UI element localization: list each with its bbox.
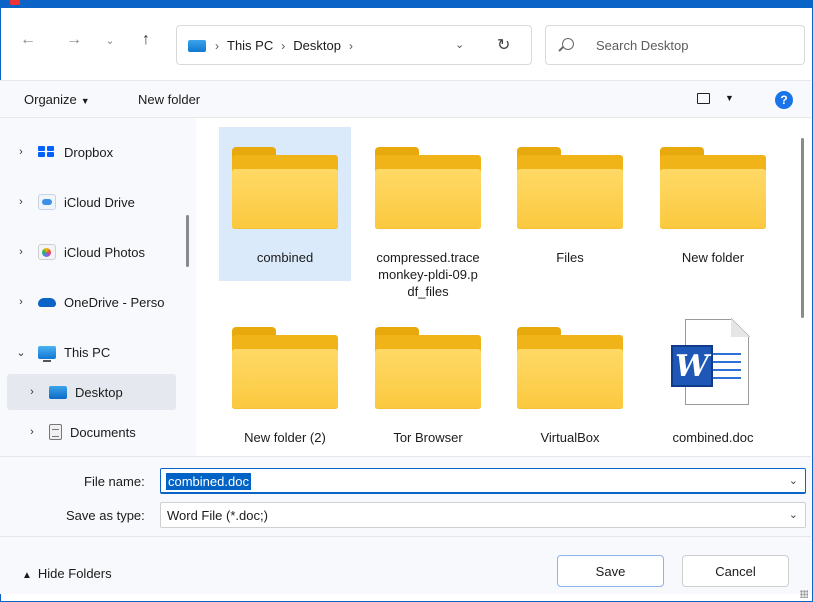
nav-item-dropbox[interactable]: › Dropbox bbox=[0, 134, 176, 170]
resize-grip-icon[interactable] bbox=[800, 590, 808, 598]
breadcrumb-separator[interactable]: › bbox=[349, 39, 353, 53]
app-icon bbox=[10, 0, 20, 5]
title-bar bbox=[0, 0, 813, 8]
organize-label: Organize bbox=[24, 92, 77, 107]
search-icon bbox=[562, 38, 574, 50]
onedrive-icon bbox=[38, 294, 56, 310]
folder-icon bbox=[517, 147, 623, 229]
file-name: New folder bbox=[681, 250, 745, 265]
navigation-pane: › Dropbox › iCloud Drive › iCloud Photos… bbox=[0, 118, 196, 456]
documents-icon bbox=[49, 424, 62, 440]
file-item-tor-browser[interactable]: Tor Browser bbox=[362, 307, 494, 456]
nav-item-label: This PC bbox=[64, 344, 111, 360]
search-input[interactable]: Search Desktop bbox=[545, 25, 805, 65]
chevron-right-icon[interactable]: › bbox=[14, 296, 28, 308]
file-name: combined.doc bbox=[672, 430, 754, 445]
chevron-down-icon[interactable]: ⌄ bbox=[14, 346, 28, 359]
folder-icon bbox=[375, 147, 481, 229]
up-button[interactable]: ↑ bbox=[134, 28, 158, 52]
file-item-combined[interactable]: combined bbox=[219, 127, 351, 281]
breadcrumb-separator[interactable]: › bbox=[215, 39, 219, 53]
organize-button[interactable]: Organize ▼ bbox=[24, 92, 90, 107]
folder-icon bbox=[660, 147, 766, 229]
nav-item-label: OneDrive - Perso bbox=[64, 294, 165, 310]
file-item-new-folder[interactable]: New folder bbox=[647, 127, 779, 281]
file-name: Files bbox=[556, 250, 584, 265]
nav-scrollbar[interactable] bbox=[186, 215, 189, 267]
folder-icon bbox=[517, 327, 623, 409]
address-dropdown-icon[interactable]: ⌄ bbox=[455, 38, 464, 51]
breadcrumb-separator[interactable]: › bbox=[281, 39, 285, 53]
file-name: combined bbox=[256, 250, 314, 265]
back-button[interactable]: ← bbox=[16, 28, 40, 52]
save-as-type-value: Word File (*.doc;) bbox=[167, 508, 268, 523]
icloud-drive-icon bbox=[38, 194, 56, 210]
breadcrumb-desktop[interactable]: Desktop bbox=[293, 38, 341, 53]
help-icon[interactable]: ? bbox=[775, 91, 793, 109]
file-list-scrollbar[interactable] bbox=[801, 138, 804, 318]
hide-folders-button[interactable]: ▲ Hide Folders bbox=[22, 566, 112, 581]
address-bar[interactable]: › This PC › Desktop › ⌄ ↻ bbox=[176, 25, 532, 65]
nav-item-label: Desktop bbox=[75, 384, 123, 400]
file-name-value[interactable]: combined.doc bbox=[166, 473, 251, 490]
view-icon[interactable] bbox=[697, 93, 710, 104]
save-as-type-label: Save as type: bbox=[66, 508, 145, 523]
file-name-field[interactable]: combined.doc ⌄ bbox=[160, 468, 806, 494]
folder-icon bbox=[232, 147, 338, 229]
icloud-photos-icon bbox=[38, 244, 56, 260]
nav-item-icloud-photos[interactable]: › iCloud Photos bbox=[0, 234, 176, 270]
nav-item-label: Dropbox bbox=[64, 144, 114, 160]
file-list: combined compressed.tracemonkey-pldi-09.… bbox=[196, 118, 801, 456]
forward-button[interactable]: → bbox=[62, 28, 86, 52]
cancel-button[interactable]: Cancel bbox=[682, 555, 789, 587]
folder-icon bbox=[375, 327, 481, 409]
file-name: compressed.tracemonkey-pldi-09.pdf_files bbox=[376, 250, 480, 299]
chevron-right-icon[interactable]: › bbox=[25, 426, 39, 438]
nav-item-label: iCloud Drive bbox=[64, 194, 135, 210]
file-name: Tor Browser bbox=[393, 430, 463, 445]
nav-item-icloud-drive[interactable]: › iCloud Drive bbox=[0, 184, 176, 220]
nav-item-label: Documents bbox=[70, 424, 136, 440]
save-button[interactable]: Save bbox=[557, 555, 664, 587]
file-name-label: File name: bbox=[84, 474, 145, 489]
hide-folders-label: Hide Folders bbox=[37, 566, 112, 581]
refresh-icon[interactable]: ↻ bbox=[497, 35, 510, 55]
breadcrumb-this-pc[interactable]: This PC bbox=[227, 38, 273, 53]
this-pc-icon bbox=[38, 345, 56, 362]
file-name: VirtualBox bbox=[540, 430, 600, 445]
file-item-compressed-pdf-files[interactable]: compressed.tracemonkey-pldi-09.pdf_files bbox=[362, 127, 494, 299]
file-item-combined-doc[interactable]: W combined.doc bbox=[647, 307, 779, 456]
chevron-down-icon[interactable]: ⌄ bbox=[789, 474, 798, 487]
nav-item-onedrive[interactable]: › OneDrive - Perso bbox=[0, 284, 176, 320]
file-name: New folder (2) bbox=[244, 430, 326, 445]
chevron-right-icon[interactable]: › bbox=[14, 196, 28, 208]
chevron-right-icon[interactable]: › bbox=[14, 146, 28, 158]
nav-item-documents[interactable]: › Documents bbox=[7, 414, 183, 450]
command-bar: Organize ▼ New folder ▼ ? bbox=[0, 80, 811, 118]
chevron-up-icon: ▲ bbox=[22, 570, 32, 581]
file-item-new-folder-2[interactable]: New folder (2) bbox=[219, 307, 351, 456]
search-placeholder: Search Desktop bbox=[596, 38, 689, 53]
dropbox-icon bbox=[38, 144, 56, 160]
file-item-virtualbox[interactable]: VirtualBox bbox=[504, 307, 636, 456]
this-pc-icon bbox=[188, 40, 206, 52]
chevron-right-icon[interactable]: › bbox=[25, 386, 39, 398]
nav-item-label: iCloud Photos bbox=[64, 244, 145, 260]
desktop-icon bbox=[49, 385, 67, 399]
recent-locations-button[interactable]: ⌄ bbox=[98, 28, 122, 52]
caret-down-icon: ▼ bbox=[80, 96, 90, 106]
nav-item-desktop[interactable]: › Desktop bbox=[7, 374, 176, 410]
chevron-down-icon[interactable]: ⌄ bbox=[789, 508, 798, 521]
nav-item-this-pc[interactable]: ⌄ This PC bbox=[0, 334, 176, 370]
file-item-files[interactable]: Files bbox=[504, 127, 636, 281]
new-folder-button[interactable]: New folder bbox=[138, 92, 200, 107]
save-as-type-select[interactable]: Word File (*.doc;) ⌄ bbox=[160, 502, 806, 528]
folder-icon bbox=[232, 327, 338, 409]
chevron-right-icon[interactable]: › bbox=[14, 246, 28, 258]
word-document-icon: W bbox=[671, 318, 751, 415]
caret-down-icon[interactable]: ▼ bbox=[725, 93, 734, 103]
save-options-panel: File name: combined.doc ⌄ Save as type: … bbox=[0, 456, 811, 536]
